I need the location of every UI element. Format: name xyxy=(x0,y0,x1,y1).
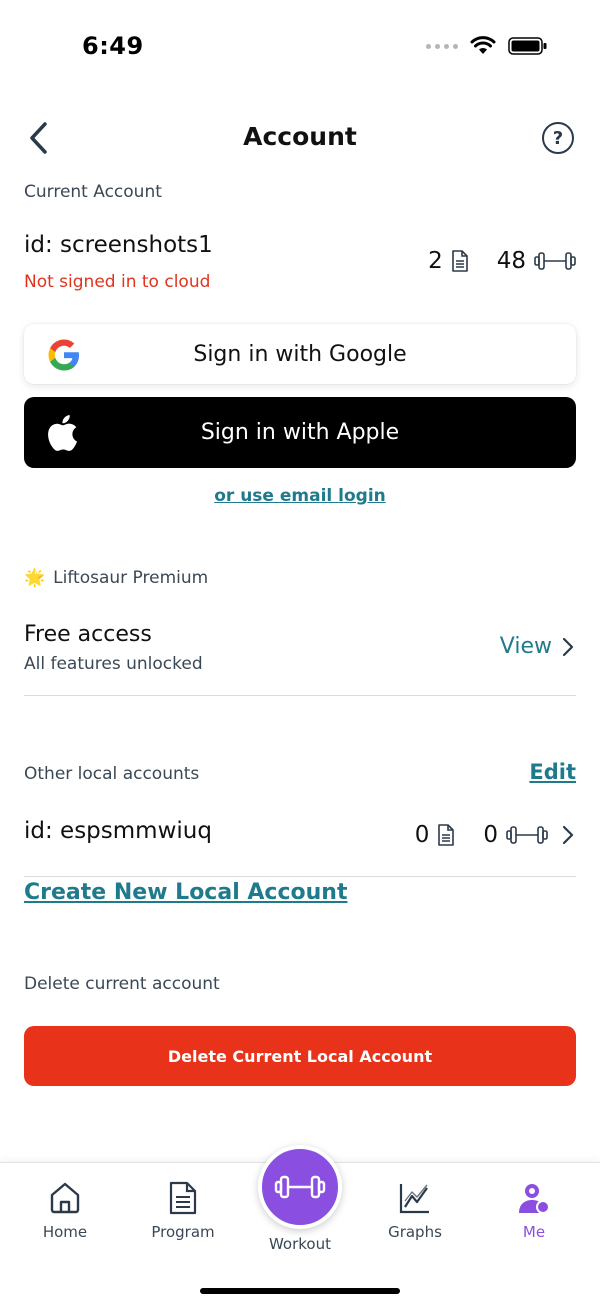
program-icon xyxy=(169,1181,197,1215)
email-login-link[interactable]: or use email login xyxy=(0,486,600,506)
view-premium-button[interactable]: View xyxy=(500,634,574,659)
tab-home-label: Home xyxy=(42,1223,88,1241)
create-local-account-button[interactable]: Create New Local Account xyxy=(24,880,347,905)
tab-program[interactable]: Program xyxy=(128,1181,238,1241)
workouts-count: 0 xyxy=(483,822,498,848)
divider xyxy=(24,695,576,696)
delete-account-label: Delete current account xyxy=(24,974,220,994)
workouts-count: 48 xyxy=(496,248,526,274)
tab-home[interactable]: Home xyxy=(10,1181,120,1241)
page-title: Account xyxy=(243,122,357,151)
tab-me-label: Me xyxy=(522,1223,546,1241)
document-icon xyxy=(438,824,455,846)
delete-account-button[interactable]: Delete Current Local Account xyxy=(24,1026,576,1086)
current-account-stats: 2 48 xyxy=(428,248,576,274)
profile-icon xyxy=(519,1184,550,1214)
tab-me[interactable]: Me xyxy=(479,1181,589,1241)
delete-button-label: Delete Current Local Account xyxy=(167,1046,433,1066)
programs-count: 2 xyxy=(428,248,443,274)
programs-count: 0 xyxy=(414,822,430,848)
nav-header: Account ? xyxy=(0,108,600,168)
tab-graphs[interactable]: Graphs xyxy=(360,1181,470,1241)
local-accounts-label: Other local accounts xyxy=(24,764,200,784)
plan-title: Free access xyxy=(24,622,152,647)
document-icon xyxy=(451,250,468,272)
current-account-label: Current Account xyxy=(24,182,162,202)
divider xyxy=(24,876,576,877)
dumbbell-icon xyxy=(506,826,548,844)
premium-label: 🌟 Liftosaur Premium xyxy=(24,568,208,588)
help-icon: ? xyxy=(552,127,564,149)
google-button-label: Sign in with Google xyxy=(193,341,407,367)
wifi-icon xyxy=(470,36,496,54)
view-label: View xyxy=(499,634,552,659)
home-indicator xyxy=(200,1288,400,1294)
dumbbell-icon xyxy=(534,252,576,270)
plan-subtitle: All features unlocked xyxy=(24,654,203,674)
tab-bar: Home Program Workout Graphs Me xyxy=(0,1145,600,1304)
edit-accounts-button[interactable]: Edit xyxy=(529,760,576,784)
star-icon: 🌟 xyxy=(24,568,46,588)
chevron-right-icon xyxy=(562,637,574,656)
tab-workout-button[interactable] xyxy=(258,1145,342,1229)
tab-graphs-label: Graphs xyxy=(388,1223,442,1241)
premium-label-text: Liftosaur Premium xyxy=(53,568,209,588)
dumbbell-icon xyxy=(274,1175,326,1199)
cloud-status: Not signed in to cloud xyxy=(24,272,211,292)
local-account-row[interactable]: 0 0 xyxy=(415,822,574,848)
graphs-icon xyxy=(399,1184,429,1214)
apple-button-label: Sign in with Apple xyxy=(200,420,400,445)
current-account-id: id: screenshots1 xyxy=(24,232,213,258)
home-icon xyxy=(50,1182,80,1214)
battery-icon xyxy=(508,37,547,55)
apple-icon xyxy=(48,415,78,451)
cellular-signal-icon xyxy=(426,43,458,49)
sign-in-google-button[interactable]: Sign in with Google xyxy=(24,324,576,384)
local-account-id[interactable]: id: espsmmwiuq xyxy=(24,818,212,844)
tab-program-label: Program xyxy=(151,1223,215,1241)
status-icons xyxy=(426,36,548,56)
sign-in-apple-button[interactable]: Sign in with Apple xyxy=(24,397,576,468)
google-icon xyxy=(48,339,79,371)
tab-workout-label: Workout xyxy=(268,1235,331,1253)
status-time: 6:49 xyxy=(82,32,144,60)
chevron-right-icon xyxy=(562,825,574,845)
status-bar: 6:49 xyxy=(0,0,600,96)
help-button[interactable]: ? xyxy=(542,122,574,154)
